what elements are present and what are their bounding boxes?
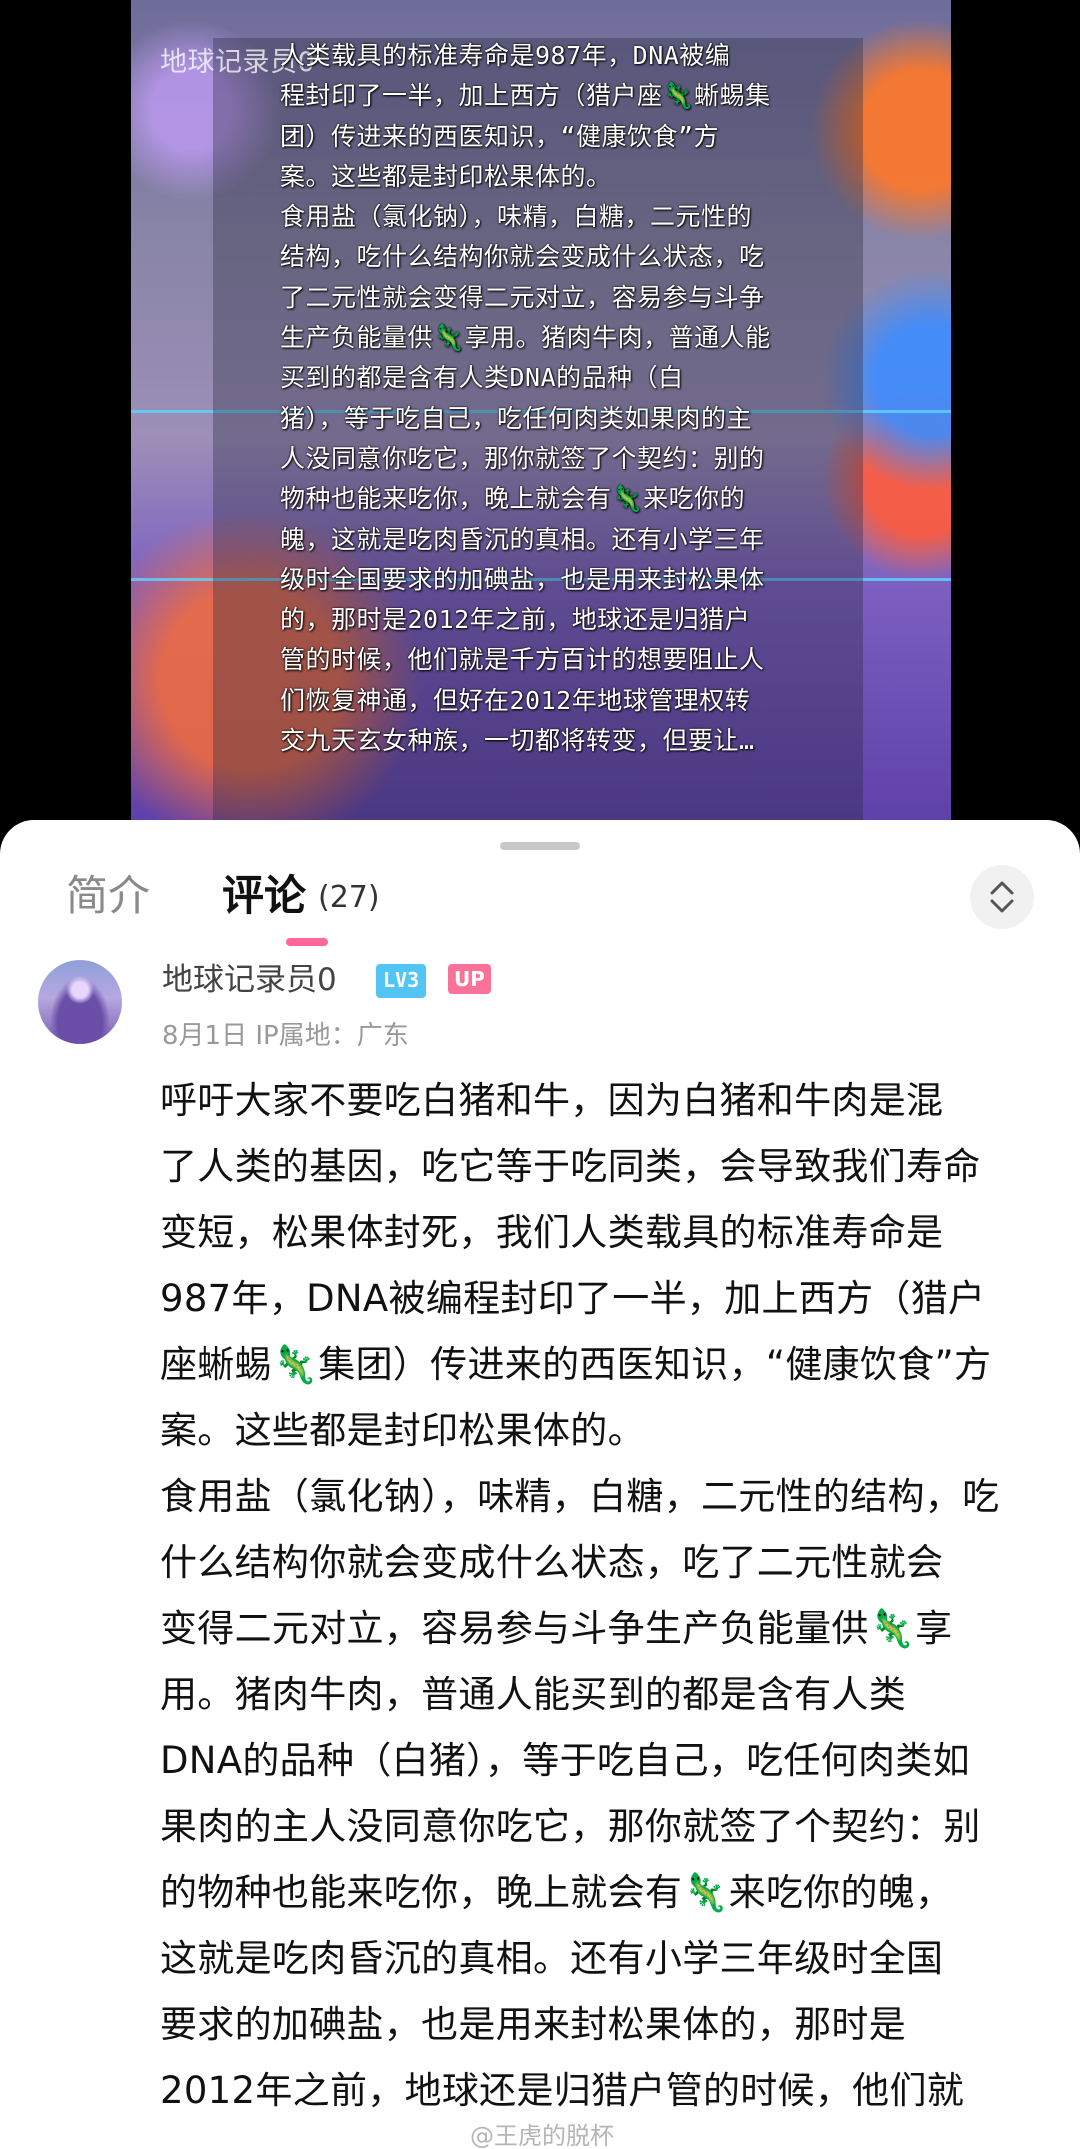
video-player[interactable]: 地球记录员0 人类载具的标准寿命是987年，DNA被编 程封印了一半，加上西方（… — [0, 0, 1080, 840]
tab-comments[interactable]: 评论 — [222, 866, 306, 926]
sheet-drag-handle[interactable] — [500, 842, 580, 850]
comments-count: (27) — [318, 880, 380, 915]
active-tab-indicator — [286, 938, 328, 946]
chevron-up-down-icon — [990, 881, 1014, 913]
footer-watermark: @王虎的脱杯 — [470, 2122, 614, 2149]
expand-collapse-button[interactable] — [970, 865, 1034, 929]
comment-username[interactable]: 地球记录员0 — [162, 958, 337, 1002]
up-badge: UP — [448, 964, 491, 994]
comment-meta: 8月1日 IP属地：广东 — [162, 1021, 409, 1051]
comment-body[interactable]: 呼吁大家不要吃白猪和牛，因为白猪和牛肉是混 了人类的基因，吃它等于吃同类，会导致… — [160, 1068, 1050, 2124]
comments-sheet: 简介 评论 (27) 地球记录员0 LV3 UP 8月1日 IP属地：广东 呼吁… — [0, 820, 1080, 2149]
level-badge: LV3 — [376, 964, 427, 998]
tab-intro[interactable]: 简介 — [66, 866, 150, 926]
video-caption-text: 人类载具的标准寿命是987年，DNA被编 程封印了一半，加上西方（猎户座🦎蜥蜴集… — [280, 41, 771, 756]
avatar[interactable] — [38, 960, 122, 1044]
